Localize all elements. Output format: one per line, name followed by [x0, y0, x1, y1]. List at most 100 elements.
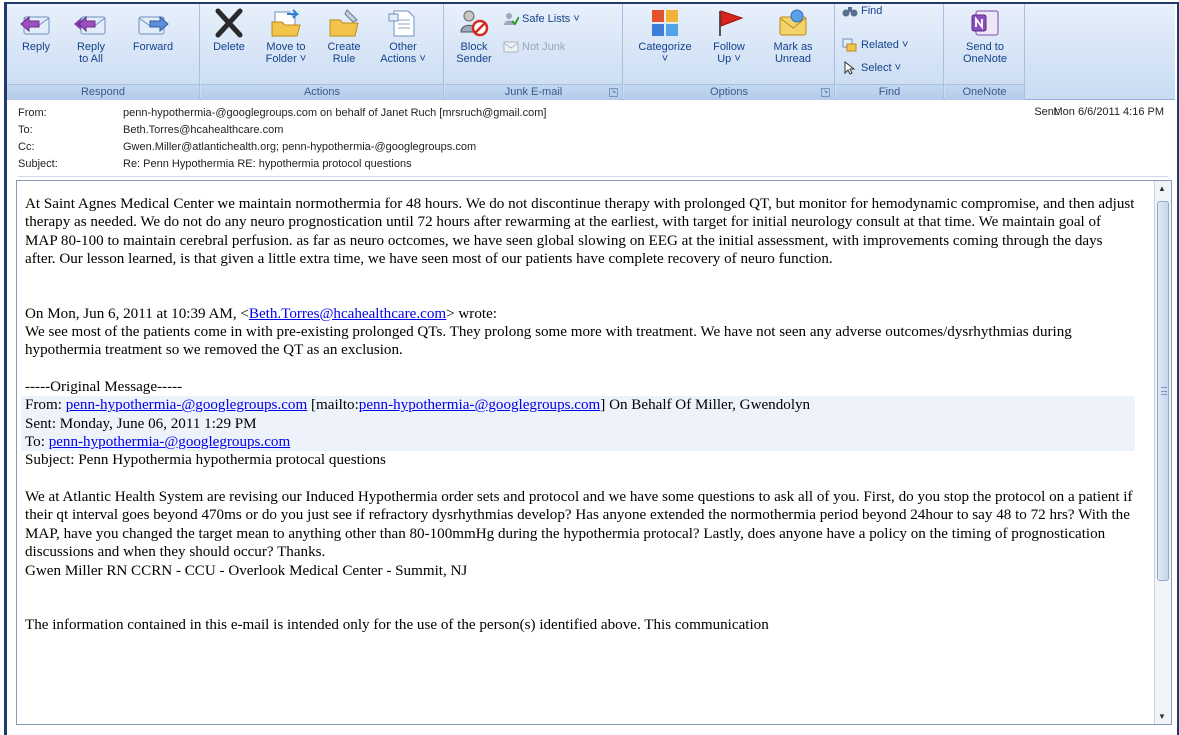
options-dialog-launcher[interactable]: ↘	[821, 88, 830, 97]
safe-lists-label: Safe Lists ˅	[522, 13, 580, 25]
other-actions-label: Other Actions ˅	[380, 41, 426, 65]
original-mailto-text: [mailto:	[307, 397, 359, 414]
original-behalf-text: ] On Behalf Of Miller, Gwendolyn	[600, 397, 811, 414]
related-button[interactable]: Related ˅	[842, 36, 908, 54]
quoted-reply-text: We see most of the patients come in with…	[25, 324, 1072, 359]
mark-as-unread-icon	[779, 9, 807, 36]
reply-all-button[interactable]: Reply to All	[65, 8, 117, 65]
subject-label: Subject:	[18, 158, 58, 170]
options-group: Categorize ˅ Follow Up ˅ Mark as Unread …	[624, 4, 835, 100]
scroll-grip-icon	[1161, 387, 1167, 395]
message-body[interactable]: At Saint Agnes Medical Center we maintai…	[16, 180, 1172, 725]
original-from-label: From:	[25, 397, 66, 414]
related-icon	[842, 38, 857, 52]
follow-up-label: Follow Up ˅	[713, 41, 745, 65]
not-junk-label: Not Junk	[522, 41, 566, 53]
onenote-icon	[971, 10, 999, 36]
move-to-folder-icon	[271, 9, 301, 37]
send-to-onenote-button[interactable]: Send to OneNote	[955, 8, 1015, 65]
mark-as-unread-label: Mark as Unread	[773, 41, 813, 65]
reply-icon	[20, 15, 50, 35]
sent-value: Mon 6/6/2011 4:16 PM	[1053, 106, 1164, 118]
reply-paragraph: At Saint Agnes Medical Center we maintai…	[25, 196, 1135, 268]
block-sender-label: Block Sender	[456, 41, 492, 65]
message-content: At Saint Agnes Medical Center we maintai…	[21, 195, 1135, 634]
reply-all-label: Reply to All	[76, 41, 106, 65]
create-rule-label: Create Rule	[327, 41, 361, 65]
subject-row: Subject: Re: Penn Hypothermia RE: hypoth…	[18, 157, 718, 172]
create-rule-button[interactable]: Create Rule	[319, 8, 369, 65]
original-from-line: From: penn-hypothermia-@googlegroups.com…	[25, 396, 1135, 414]
find-button[interactable]: Find	[842, 2, 882, 20]
actions-group: Delete Move to Folder ˅ Create Rule Othe…	[201, 4, 444, 100]
subject-value: Re: Penn Hypothermia RE: hypothermia pro…	[123, 158, 412, 170]
disclaimer-cut-text: The information contained in this e-mail…	[25, 616, 769, 633]
from-label: From:	[18, 107, 47, 119]
safe-lists-button[interactable]: Safe Lists ˅	[503, 10, 580, 28]
cc-row: Cc: Gwen.Miller@atlantichealth.org; penn…	[18, 140, 718, 155]
to-label: To:	[18, 124, 33, 136]
categorize-button[interactable]: Categorize ˅	[632, 8, 698, 65]
other-actions-button[interactable]: Other Actions ˅	[373, 8, 433, 65]
move-to-folder-button[interactable]: Move to Folder ˅	[256, 8, 316, 65]
delete-button[interactable]: Delete	[205, 8, 253, 53]
scroll-up-arrow[interactable]: ▲	[1158, 184, 1166, 193]
junk-email-group-label: Junk E-mail	[445, 84, 622, 100]
original-to-label: To:	[25, 434, 49, 451]
binoculars-icon	[842, 7, 858, 17]
original-mailto-link[interactable]: penn-hypothermia-@googlegroups.com	[359, 397, 601, 413]
beth-torres-email-link[interactable]: Beth.Torres@hcahealthcare.com	[249, 306, 446, 322]
actions-group-label: Actions	[201, 84, 443, 100]
delete-icon	[215, 8, 243, 38]
safe-lists-icon	[504, 13, 520, 26]
select-button[interactable]: Select ˅	[842, 59, 901, 77]
quote-intro-suffix: > wrote:	[446, 305, 497, 322]
related-label: Related ˅	[861, 39, 909, 51]
original-to-link[interactable]: penn-hypothermia-@googlegroups.com	[49, 434, 291, 450]
junk-email-group: Block Sender Safe Lists ˅ Not Junk Junk …	[445, 4, 623, 100]
select-cursor-icon	[844, 61, 856, 75]
to-row: To: Beth.Torres@hcahealthcare.com	[18, 123, 718, 138]
ribbon: Reply Reply to All Forward Respond Delet…	[7, 4, 1175, 100]
other-actions-icon	[388, 10, 415, 37]
to-value[interactable]: Beth.Torres@hcahealthcare.com	[123, 123, 283, 138]
vertical-scrollbar[interactable]: ▲ ▼	[1154, 181, 1171, 724]
junk-email-dialog-launcher[interactable]: ↘	[609, 88, 618, 97]
respond-group-label: Respond	[7, 84, 199, 100]
original-to-line: To: penn-hypothermia-@googlegroups.com	[25, 433, 1135, 451]
junk-email-label: Junk E-mail	[504, 86, 563, 98]
message-header: From: penn-hypothermia-@googlegroups.com…	[7, 103, 1172, 177]
cc-label: Cc:	[18, 141, 35, 153]
not-junk-button[interactable]: Not Junk	[503, 38, 565, 56]
quote-intro: On Mon, Jun 6, 2011 at 10:39 AM, <Beth.T…	[25, 305, 1135, 323]
original-subject-line: Subject: Penn Hypothermia hypothermia pr…	[25, 452, 386, 469]
forward-label: Forward	[132, 41, 174, 53]
find-label: Find	[861, 5, 883, 17]
header-divider	[18, 176, 1168, 177]
follow-up-button[interactable]: Follow Up ˅	[704, 8, 754, 65]
block-sender-button[interactable]: Block Sender	[451, 8, 497, 65]
select-label: Select ˅	[861, 62, 902, 74]
reply-button[interactable]: Reply	[11, 8, 61, 53]
original-message-header: From: penn-hypothermia-@googlegroups.com…	[21, 396, 1135, 452]
onenote-group: Send to OneNote OneNote	[945, 4, 1025, 100]
mark-as-unread-button[interactable]: Mark as Unread	[764, 8, 822, 65]
original-sent-line: Sent: Monday, June 06, 2011 1:29 PM	[25, 415, 257, 432]
original-body-text: We at Atlantic Health System are revisin…	[25, 488, 1133, 561]
quote-intro-text: On Mon, Jun 6, 2011 at 10:39 AM, <	[25, 305, 249, 322]
original-message-marker: -----Original Message-----	[25, 378, 183, 395]
signature-line: Gwen Miller RN CCRN - CCU - Overlook Med…	[25, 562, 468, 579]
categorize-label: Categorize ˅	[638, 41, 692, 65]
forward-button[interactable]: Forward	[123, 8, 183, 53]
scroll-thumb[interactable]	[1157, 201, 1169, 581]
find-group-label: Find	[836, 84, 943, 100]
categorize-icon	[652, 10, 678, 36]
from-value[interactable]: penn-hypothermia-@googlegroups.com on be…	[123, 106, 546, 121]
cc-value[interactable]: Gwen.Miller@atlantichealth.org; penn-hyp…	[123, 140, 476, 155]
block-sender-icon	[460, 10, 489, 37]
reply-label: Reply	[21, 41, 51, 53]
create-rule-icon	[329, 9, 359, 37]
reply-all-icon	[74, 15, 106, 35]
original-from-link[interactable]: penn-hypothermia-@googlegroups.com	[66, 397, 308, 413]
scroll-down-arrow[interactable]: ▼	[1158, 712, 1166, 721]
